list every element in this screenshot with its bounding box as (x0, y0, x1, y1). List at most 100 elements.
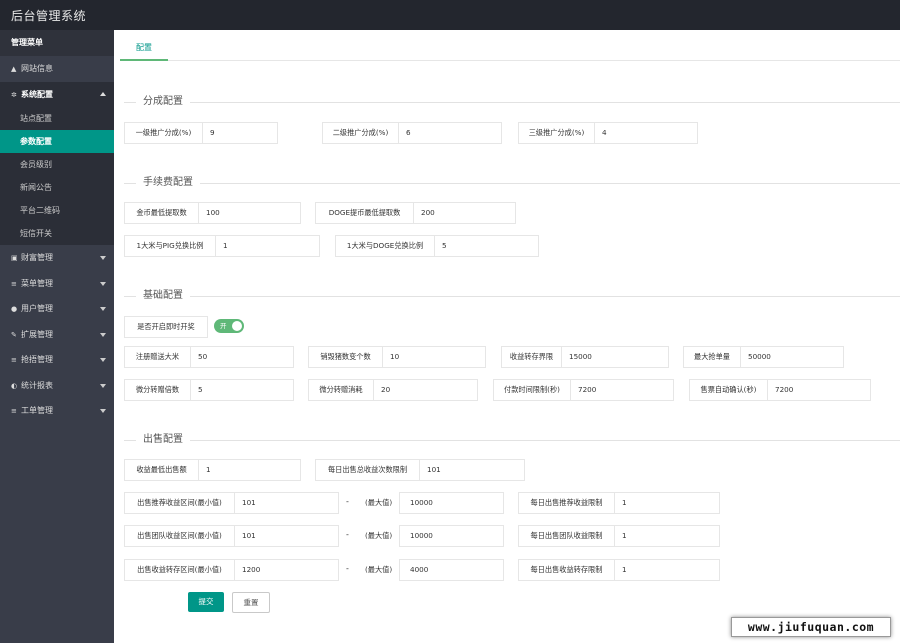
sidebar-item-users[interactable]: ● 用户管理 (0, 296, 114, 322)
sidebar-item-reports[interactable]: ◐ 统计报表 (0, 373, 114, 399)
field-input[interactable]: 101 (236, 493, 256, 513)
submit-button[interactable]: 提交 (188, 592, 224, 612)
sidebar-item-grab[interactable]: ≡ 抢捂管理 (0, 347, 114, 373)
sidebar-subitem-sms-switch[interactable]: 短信开关 (0, 222, 114, 245)
field-input[interactable]: 10000 (404, 493, 433, 513)
field-transfer-min: 出售收益转存区间(最小值) 1200 (124, 559, 339, 581)
field-income-transfer-limit: 收益转存界限 15000 (501, 346, 669, 368)
field-input[interactable]: 7200 (769, 380, 793, 400)
field-label: 每日出售总收益次数限制 (316, 460, 420, 480)
list-icon: ≡ (11, 279, 17, 288)
sidebar-item-label: 统计报表 (21, 380, 53, 390)
home-icon: ▲ (11, 65, 17, 73)
field-input[interactable]: 1 (616, 526, 627, 546)
sidebar-subitem-qrcode[interactable]: 平台二维码 (0, 199, 114, 222)
sidebar-item-label: 财富管理 (21, 253, 53, 262)
field-input[interactable]: 5 (192, 380, 203, 400)
field-input[interactable]: 10 (384, 347, 399, 367)
field-input[interactable]: 10000 (404, 526, 433, 546)
field-input[interactable]: 50 (192, 347, 207, 367)
sidebar-item-label: 系统配置 (21, 89, 53, 99)
watermark: www.jiufuquan.com (731, 617, 891, 637)
field-label: 出售团队收益区间(最小值) (125, 526, 235, 546)
sidebar-item-tickets[interactable]: ≡ 工单管理 (0, 398, 114, 424)
chevron-down-icon (100, 383, 106, 388)
field-input[interactable]: 6 (400, 123, 411, 143)
field-input[interactable]: 1 (200, 460, 211, 480)
sidebar-subitem-news[interactable]: 新闻公告 (0, 176, 114, 199)
field-input[interactable]: 4000 (404, 560, 428, 580)
field-input[interactable]: 5 (436, 236, 447, 256)
field-input[interactable]: 100 (200, 203, 220, 223)
section-title: 出售配置 (136, 434, 190, 446)
field-instant-draw: 是否开启即时开奖 (124, 316, 208, 338)
field-label: 金币最低提取数 (125, 203, 199, 223)
reset-button[interactable]: 重置 (232, 592, 270, 613)
sidebar-subitem-param-config[interactable]: 参数配置 (0, 130, 114, 153)
section-divider (124, 440, 900, 441)
field-label: 微分转赠倍数 (125, 380, 191, 400)
sidebar-item-label: 工单管理 (21, 406, 53, 415)
field-label: 最大抢单量 (684, 347, 741, 367)
sidebar-submenu: 站点配置 参数配置 会员级别 新闻公告 平台二维码 短信开关 (0, 107, 114, 245)
sidebar-item-wealth[interactable]: ▣ 财富管理 (0, 245, 114, 271)
field-input[interactable]: 15000 (563, 347, 592, 367)
field-input[interactable]: 1 (217, 236, 228, 256)
tab-config[interactable]: 配置 (120, 37, 168, 61)
field-input[interactable]: 50000 (742, 347, 771, 367)
field-input[interactable]: 20 (375, 380, 390, 400)
section-divider (124, 296, 900, 297)
field-min-sale-income: 收益最低出售额 1 (124, 459, 301, 481)
field-label: 收益转存界限 (502, 347, 562, 367)
section-divider (124, 102, 900, 103)
sidebar-item-site-info[interactable]: ▲ 网站信息 (0, 56, 114, 82)
field-input[interactable]: 4 (596, 123, 607, 143)
field-level2-commission: 二级推广分成(%) 6 (322, 122, 502, 144)
sidebar-subitem-member-level[interactable]: 会员级别 (0, 153, 114, 176)
user-icon: ● (11, 305, 18, 313)
field-label: 注册赠送大米 (125, 347, 191, 367)
section-divider (124, 183, 900, 184)
switch-knob (232, 321, 242, 331)
field-label: 三级推广分成(%) (519, 123, 595, 143)
field-label: 微分转赠消耗 (309, 380, 374, 400)
sidebar-item-label: 扩展管理 (21, 329, 53, 339)
field-max-grab: 最大抢单量 50000 (683, 346, 844, 368)
field-daily-sale-count-limit: 每日出售总收益次数限制 101 (315, 459, 525, 481)
money-icon: ▣ (11, 254, 18, 262)
chevron-down-icon (100, 307, 106, 311)
sidebar-item-extension[interactable]: ✎ 扩展管理 (0, 322, 114, 348)
chevron-down-icon (100, 281, 106, 286)
field-transfer-daily-limit: 每日出售收益转存限制 1 (518, 559, 720, 581)
sidebar-item-label: 菜单管理 (21, 278, 53, 288)
gears-icon: ✲ (11, 90, 17, 99)
section-sale: 出售配置 (124, 434, 900, 446)
field-team-min: 出售团队收益区间(最小值) 101 (124, 525, 339, 547)
chevron-down-icon (100, 256, 106, 260)
max-label: (最大值) (365, 565, 393, 574)
max-label: (最大值) (365, 498, 393, 507)
field-label: 收益最低出售额 (125, 460, 199, 480)
list-icon: ≡ (11, 356, 17, 364)
field-referral-max: 10000 (399, 492, 504, 514)
field-input[interactable]: 200 (415, 203, 435, 223)
sidebar: 管理菜单 ▲ 网站信息 ✲ 系统配置 站点配置 参数配置 会员级别 新闻公告 平台二… (0, 30, 114, 643)
sidebar-item-label: 抢捂管理 (21, 355, 53, 364)
field-doge-min-withdraw: DOGE提币最低提取数 200 (315, 202, 516, 224)
field-label: 出售推荐收益区间(最小值) (125, 493, 235, 513)
sidebar-item-label: 网站信息 (21, 64, 53, 73)
field-rice-pig-ratio: 1大米与PIG兑换比例 1 (124, 235, 320, 257)
field-input[interactable]: 7200 (572, 380, 596, 400)
field-input[interactable]: 101 (236, 526, 256, 546)
sidebar-subitem-site-config[interactable]: 站点配置 (0, 107, 114, 130)
field-input[interactable]: 1 (616, 493, 627, 513)
field-gold-min-withdraw: 金币最低提取数 100 (124, 202, 301, 224)
instant-draw-switch[interactable]: 开 (214, 319, 244, 333)
field-input[interactable]: 1200 (236, 560, 260, 580)
field-input[interactable]: 101 (421, 460, 441, 480)
app-title: 后台管理系统 (11, 9, 87, 23)
field-input[interactable]: 9 (204, 123, 215, 143)
field-input[interactable]: 1 (616, 560, 627, 580)
sidebar-item-menu[interactable]: ≡ 菜单管理 (0, 271, 114, 297)
sidebar-group-system-config[interactable]: ✲ 系统配置 (0, 81, 114, 107)
